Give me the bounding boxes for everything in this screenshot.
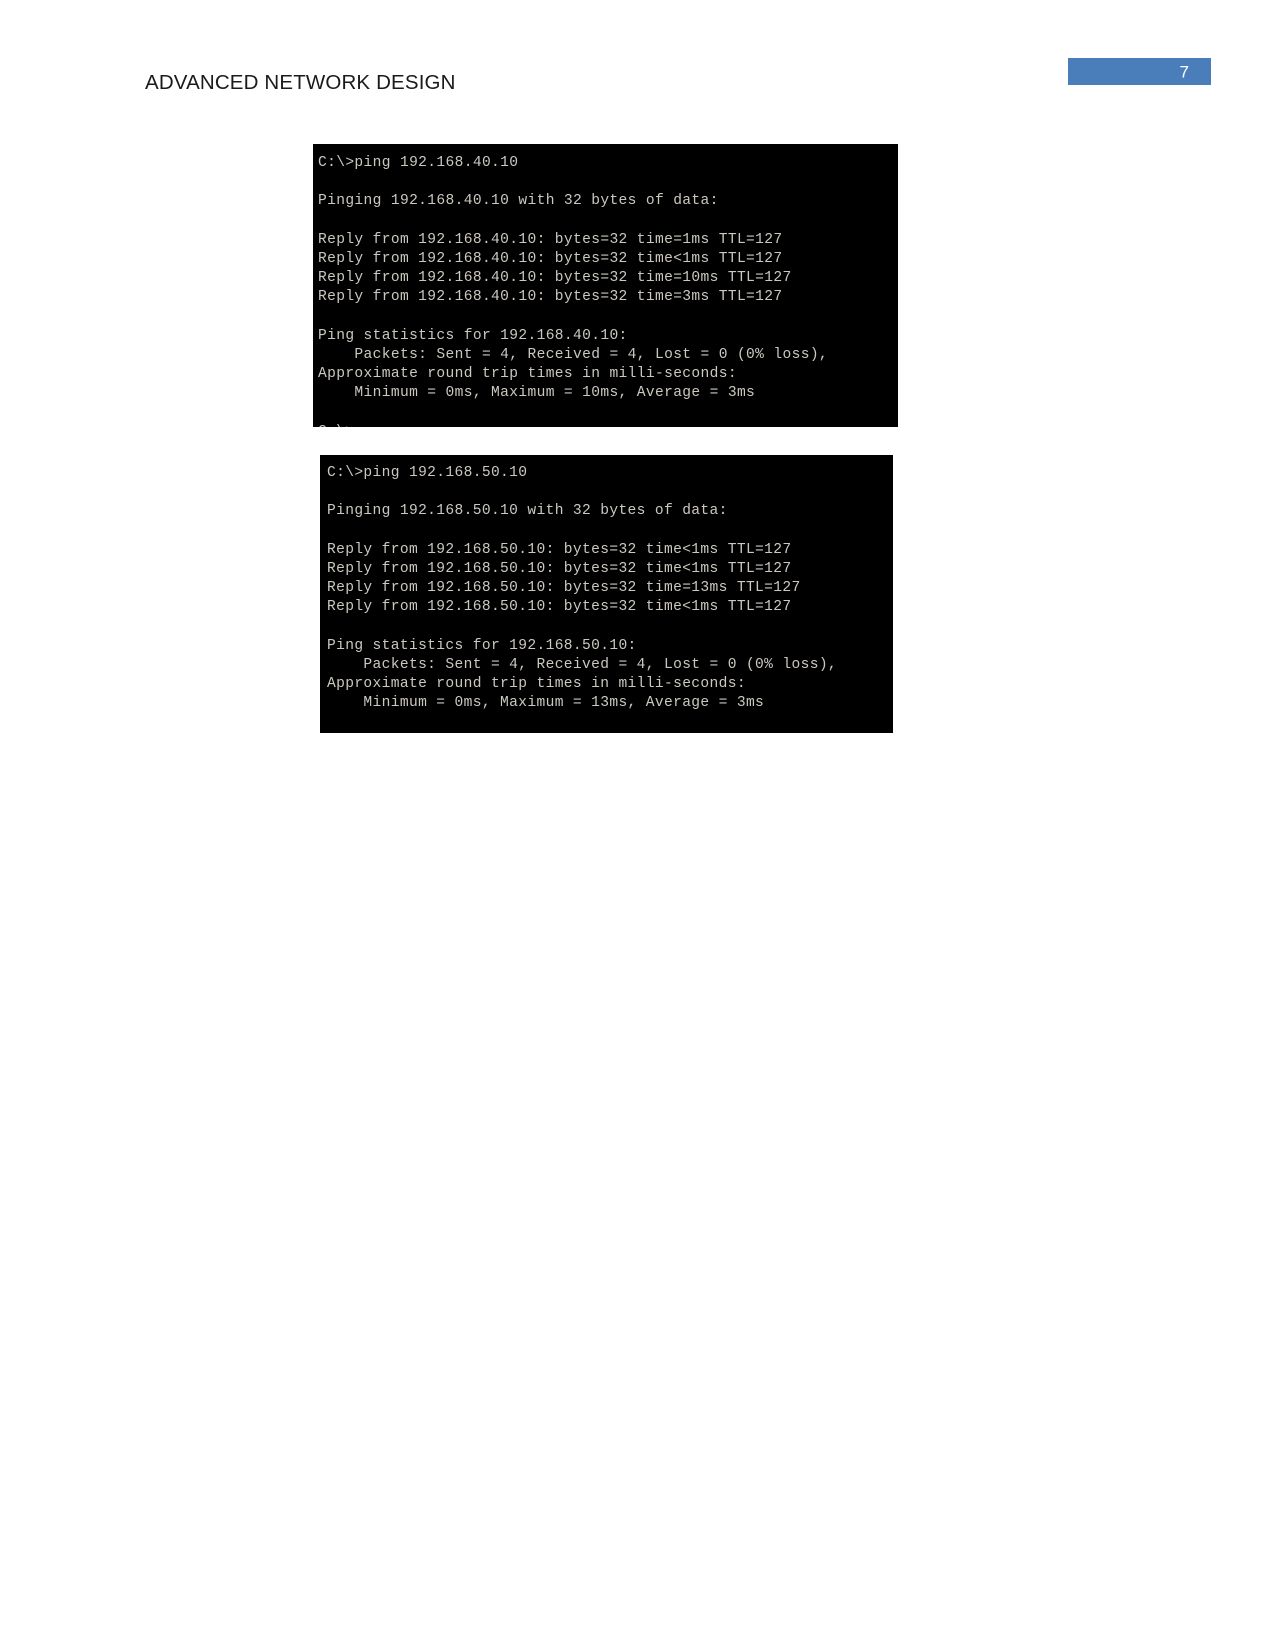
terminal-screenshot-ping-192-168-50-10: C:\>ping 192.168.50.10 Pinging 192.168.5… — [320, 455, 893, 733]
page-number-label: 7 — [1179, 62, 1189, 81]
page-number-badge: 7 — [1068, 58, 1211, 85]
terminal-output-text: C:\>ping 192.168.40.10 Pinging 192.168.4… — [318, 155, 829, 427]
terminal-output-text: C:\>ping 192.168.50.10 Pinging 192.168.5… — [327, 465, 838, 712]
page-title: ADVANCED NETWORK DESIGN — [145, 71, 456, 94]
terminal-screenshot-ping-192-168-40-10: C:\>ping 192.168.40.10 Pinging 192.168.4… — [313, 144, 898, 427]
page-header: ADVANCED NETWORK DESIGN 7 — [0, 0, 1275, 120]
